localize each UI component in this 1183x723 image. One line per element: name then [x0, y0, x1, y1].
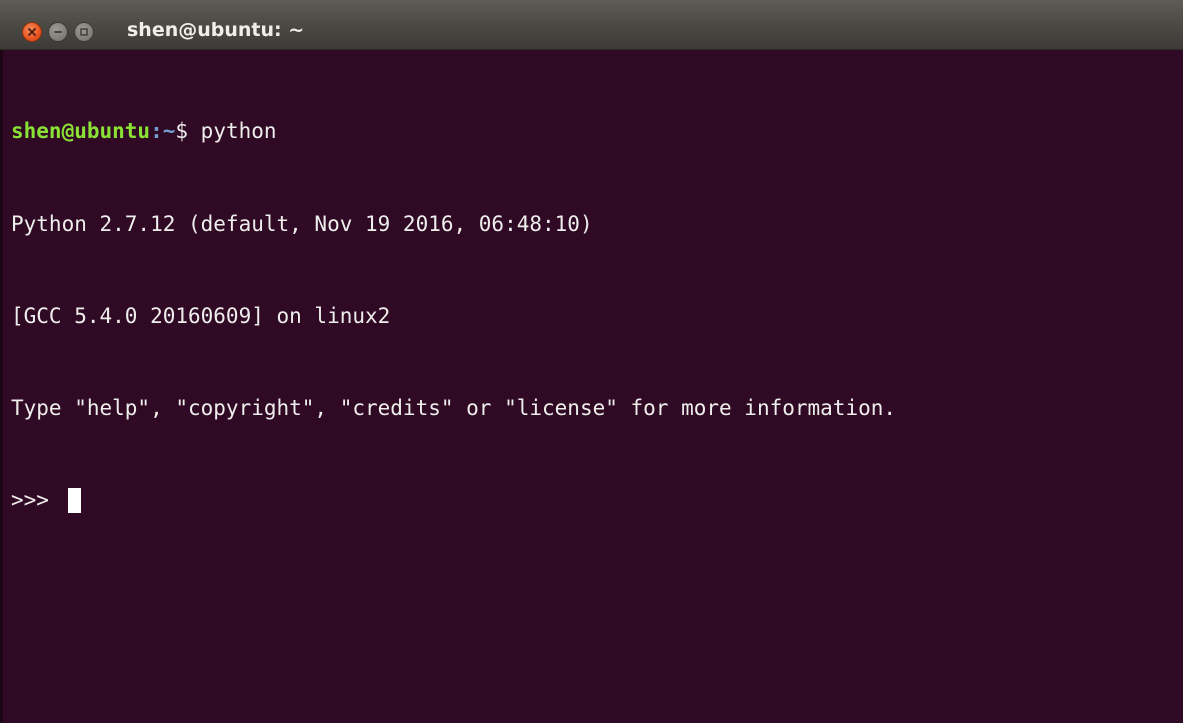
maximize-icon: [80, 28, 88, 36]
prompt-suffix: $: [175, 119, 201, 144]
title-bar[interactable]: shen@ubuntu: ~: [0, 0, 1183, 50]
prompt-user-host: shen@ubuntu: [11, 119, 151, 144]
prompt-path: :~: [150, 119, 176, 144]
close-button[interactable]: [22, 22, 42, 42]
close-icon: [28, 28, 36, 36]
minimize-button[interactable]: [48, 22, 68, 42]
maximize-button[interactable]: [74, 22, 94, 42]
python-prompt-line: >>>: [11, 485, 1171, 516]
text-cursor: [67, 487, 81, 513]
window-title: shen@ubuntu: ~: [127, 19, 305, 41]
python-prompt: >>>: [11, 487, 62, 512]
command-line: shen@ubuntu:~$ python: [11, 116, 1171, 147]
typed-command: python: [200, 119, 277, 144]
output-line: Type "help", "copyright", "credits" or "…: [11, 395, 897, 420]
output-line: [GCC 5.4.0 20160609] on linux2: [11, 303, 391, 328]
minimize-icon: [54, 31, 62, 33]
window-left-edge: [0, 50, 3, 723]
terminal-window: shen@ubuntu: ~ shen@ubuntu:~$ python Pyt…: [0, 0, 1183, 723]
output-line: Python 2.7.12 (default, Nov 19 2016, 06:…: [11, 211, 593, 236]
terminal-output[interactable]: shen@ubuntu:~$ python Python 2.7.12 (def…: [11, 55, 1171, 715]
